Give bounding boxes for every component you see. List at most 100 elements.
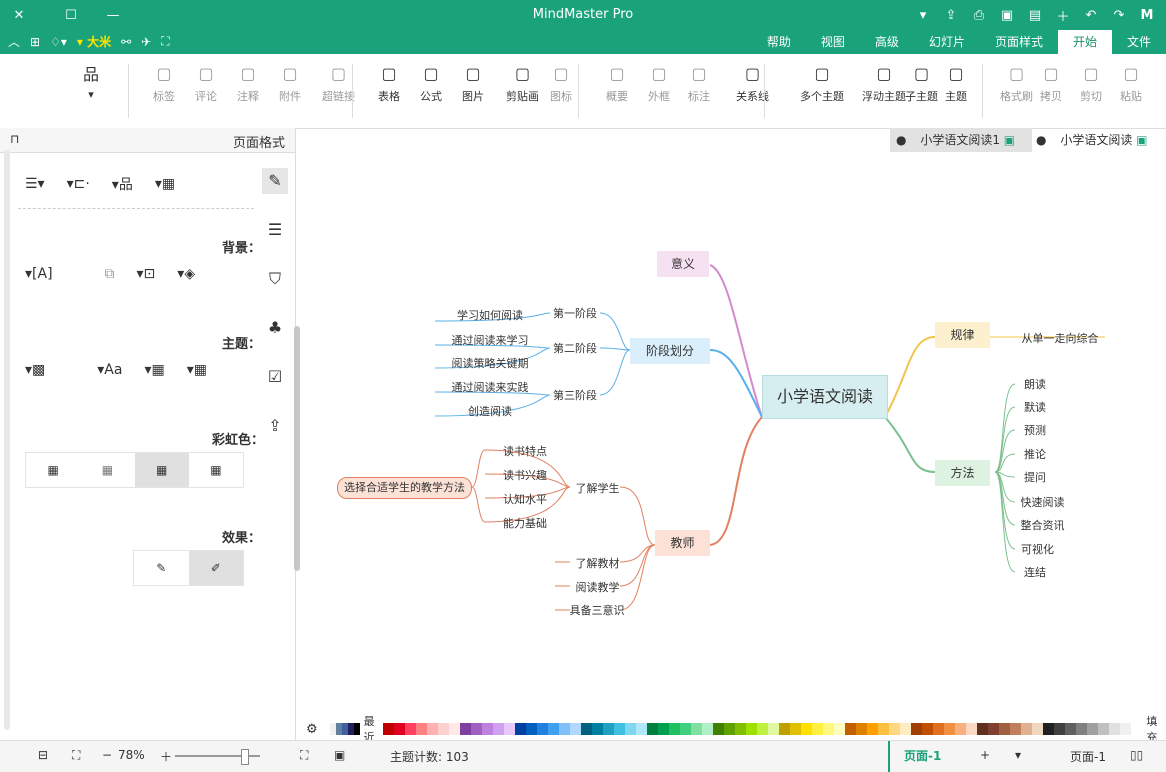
color-swatch[interactable] — [427, 723, 439, 735]
toolbar-button-21[interactable]: ▢ 标签 — [153, 62, 175, 104]
color-swatch[interactable] — [845, 723, 857, 735]
color-swatch[interactable] — [570, 723, 582, 735]
teacher-item[interactable]: 了解教材 — [570, 555, 625, 571]
fullscreen-icon[interactable]: ⛶ — [300, 748, 308, 763]
color-swatch[interactable] — [801, 723, 813, 735]
upload-icon[interactable]: ⇪ — [262, 413, 288, 439]
page-label[interactable]: 页面-1 — [1070, 748, 1106, 765]
teacher-item[interactable]: 具备三意识 — [562, 602, 632, 618]
color-swatch[interactable] — [911, 723, 923, 735]
toolbar-button-5[interactable]: ▢ 子主题 — [905, 62, 938, 104]
task-icon[interactable]: ☑ — [262, 364, 288, 390]
rainbow-option-2[interactable]: ▦ — [80, 453, 134, 487]
color-swatch[interactable] — [735, 723, 747, 735]
panel-scrollbar[interactable] — [4, 150, 10, 730]
theme-grid-icon[interactable]: ▾▦ — [144, 362, 164, 378]
stage-leaf[interactable]: 阅读策略关键期 — [440, 355, 540, 371]
close-tab-icon[interactable]: ● — [1036, 133, 1046, 147]
stage-item[interactable]: 第一阶段 — [550, 305, 600, 321]
tab-page-style[interactable]: 页面样式 — [980, 30, 1058, 54]
rainbow-option-3[interactable]: ▦ — [134, 453, 189, 487]
theme-layout-icon[interactable]: ▾▦ — [187, 362, 207, 378]
toolbar-button-16[interactable]: ▢ 表格 — [378, 62, 400, 104]
normal-effect-icon[interactable]: ✐ — [188, 551, 243, 585]
color-swatch[interactable] — [471, 723, 483, 735]
toolbar-button-2[interactable]: ▢ 拷贝 — [1040, 62, 1062, 104]
color-swatch[interactable] — [702, 723, 714, 735]
color-swatch[interactable] — [691, 723, 703, 735]
color-swatch[interactable] — [438, 723, 450, 735]
method-leaf[interactable]: 预测 — [1015, 422, 1055, 438]
teacher-item[interactable]: 了解学生 — [570, 480, 625, 496]
color-swatch[interactable] — [779, 723, 791, 735]
color-swatch[interactable] — [405, 723, 417, 735]
doc-tab-2[interactable]: ● 小学语文阅读1 ▣ — [890, 128, 1032, 152]
color-swatch[interactable] — [1043, 723, 1055, 735]
toolbar-button-14[interactable]: ▢ 图片 — [462, 62, 484, 104]
fullscreen-icon[interactable]: ⛶ — [161, 34, 169, 49]
color-swatch[interactable] — [790, 723, 802, 735]
teacher-leaf[interactable]: 读书兴趣 — [490, 467, 560, 483]
color-swatch[interactable] — [482, 723, 494, 735]
outline-icon[interactable]: ☰ — [262, 217, 288, 243]
palette-settings-icon[interactable]: ⚙ — [300, 722, 324, 737]
zoom-slider-handle[interactable] — [241, 749, 249, 765]
color-swatch[interactable] — [977, 723, 989, 735]
qa-dropdown-icon[interactable]: ▾ — [914, 6, 932, 24]
color-swatch[interactable] — [944, 723, 956, 735]
fill-bucket-icon[interactable]: ▾◈ — [177, 266, 195, 282]
color-swatch[interactable] — [394, 723, 406, 735]
mark-icon[interactable]: ⛉ — [262, 266, 288, 292]
save-icon[interactable]: ▣ — [998, 6, 1016, 24]
color-swatch[interactable] — [933, 723, 945, 735]
color-swatch[interactable] — [647, 723, 659, 735]
color-swatch[interactable] — [603, 723, 615, 735]
presentation-icon[interactable]: ▣ — [334, 748, 345, 762]
color-swatch[interactable] — [680, 723, 692, 735]
color-swatch[interactable] — [559, 723, 571, 735]
color-swatch[interactable] — [757, 723, 769, 735]
color-swatch[interactable] — [581, 723, 593, 735]
toolbar-button-20[interactable]: ▢ 评论 — [195, 62, 217, 104]
color-swatch[interactable] — [504, 723, 516, 735]
fit-page-icon[interactable]: ⊟ — [38, 748, 48, 762]
tab-help[interactable]: 帮助 — [752, 30, 806, 54]
color-swatch[interactable] — [823, 723, 835, 735]
method-leaf[interactable]: 连结 — [1015, 564, 1055, 580]
zoom-out-icon[interactable]: − — [102, 748, 112, 762]
toolbar-button-4[interactable]: ▢ 主题 — [945, 62, 967, 104]
tab-slides[interactable]: 幻灯片 — [914, 30, 980, 54]
color-swatch[interactable] — [1076, 723, 1088, 735]
color-swatch[interactable] — [867, 723, 879, 735]
toolbar-button-15[interactable]: ▢ 公式 — [420, 62, 442, 104]
rainbow-option-1[interactable]: ▦ — [26, 453, 80, 487]
collapse-ribbon-icon[interactable]: ︿ — [8, 33, 20, 50]
color-swatch[interactable] — [988, 723, 1000, 735]
center-icon[interactable]: ⛶ — [72, 748, 80, 763]
font-icon[interactable]: ▾Aa — [97, 362, 122, 378]
toolbar-button-19[interactable]: ▢ 注释 — [237, 62, 259, 104]
method-leaf[interactable]: 默读 — [1015, 399, 1055, 415]
export-icon[interactable]: ⇪ — [942, 6, 960, 24]
redo-icon[interactable]: ↷ — [1110, 6, 1128, 24]
toolbar-button-10[interactable]: ▢ 外框 — [648, 62, 670, 104]
color-swatch[interactable] — [1021, 723, 1033, 735]
zoom-slider[interactable] — [175, 749, 260, 765]
skin-icon[interactable]: ♢▾ — [50, 35, 67, 49]
insert-image-icon[interactable]: ▾⊡ — [137, 266, 156, 282]
teacher-leaf[interactable]: 能力基础 — [490, 515, 560, 531]
teacher-leaf[interactable]: 认知水平 — [490, 491, 560, 507]
stage-item[interactable]: 第三阶段 — [550, 387, 600, 403]
color-swatch[interactable] — [1010, 723, 1022, 735]
layout-grid-icon[interactable]: ▾▦ — [155, 176, 175, 192]
toolbar-button-11[interactable]: ▢ 概要 — [606, 62, 628, 104]
toolbar-button-0[interactable]: ▢ 粘贴 — [1120, 62, 1142, 104]
color-swatch[interactable] — [955, 723, 967, 735]
color-swatch[interactable] — [669, 723, 681, 735]
method-leaf[interactable]: 可视化 — [1015, 541, 1060, 557]
method-leaf[interactable]: 整合资讯 — [1015, 517, 1070, 533]
layout-button[interactable]: 品 ▾ — [80, 62, 102, 101]
format-brush-icon[interactable]: ✎ — [262, 168, 288, 194]
tab-view[interactable]: 视图 — [806, 30, 860, 54]
color-swatch[interactable] — [493, 723, 505, 735]
